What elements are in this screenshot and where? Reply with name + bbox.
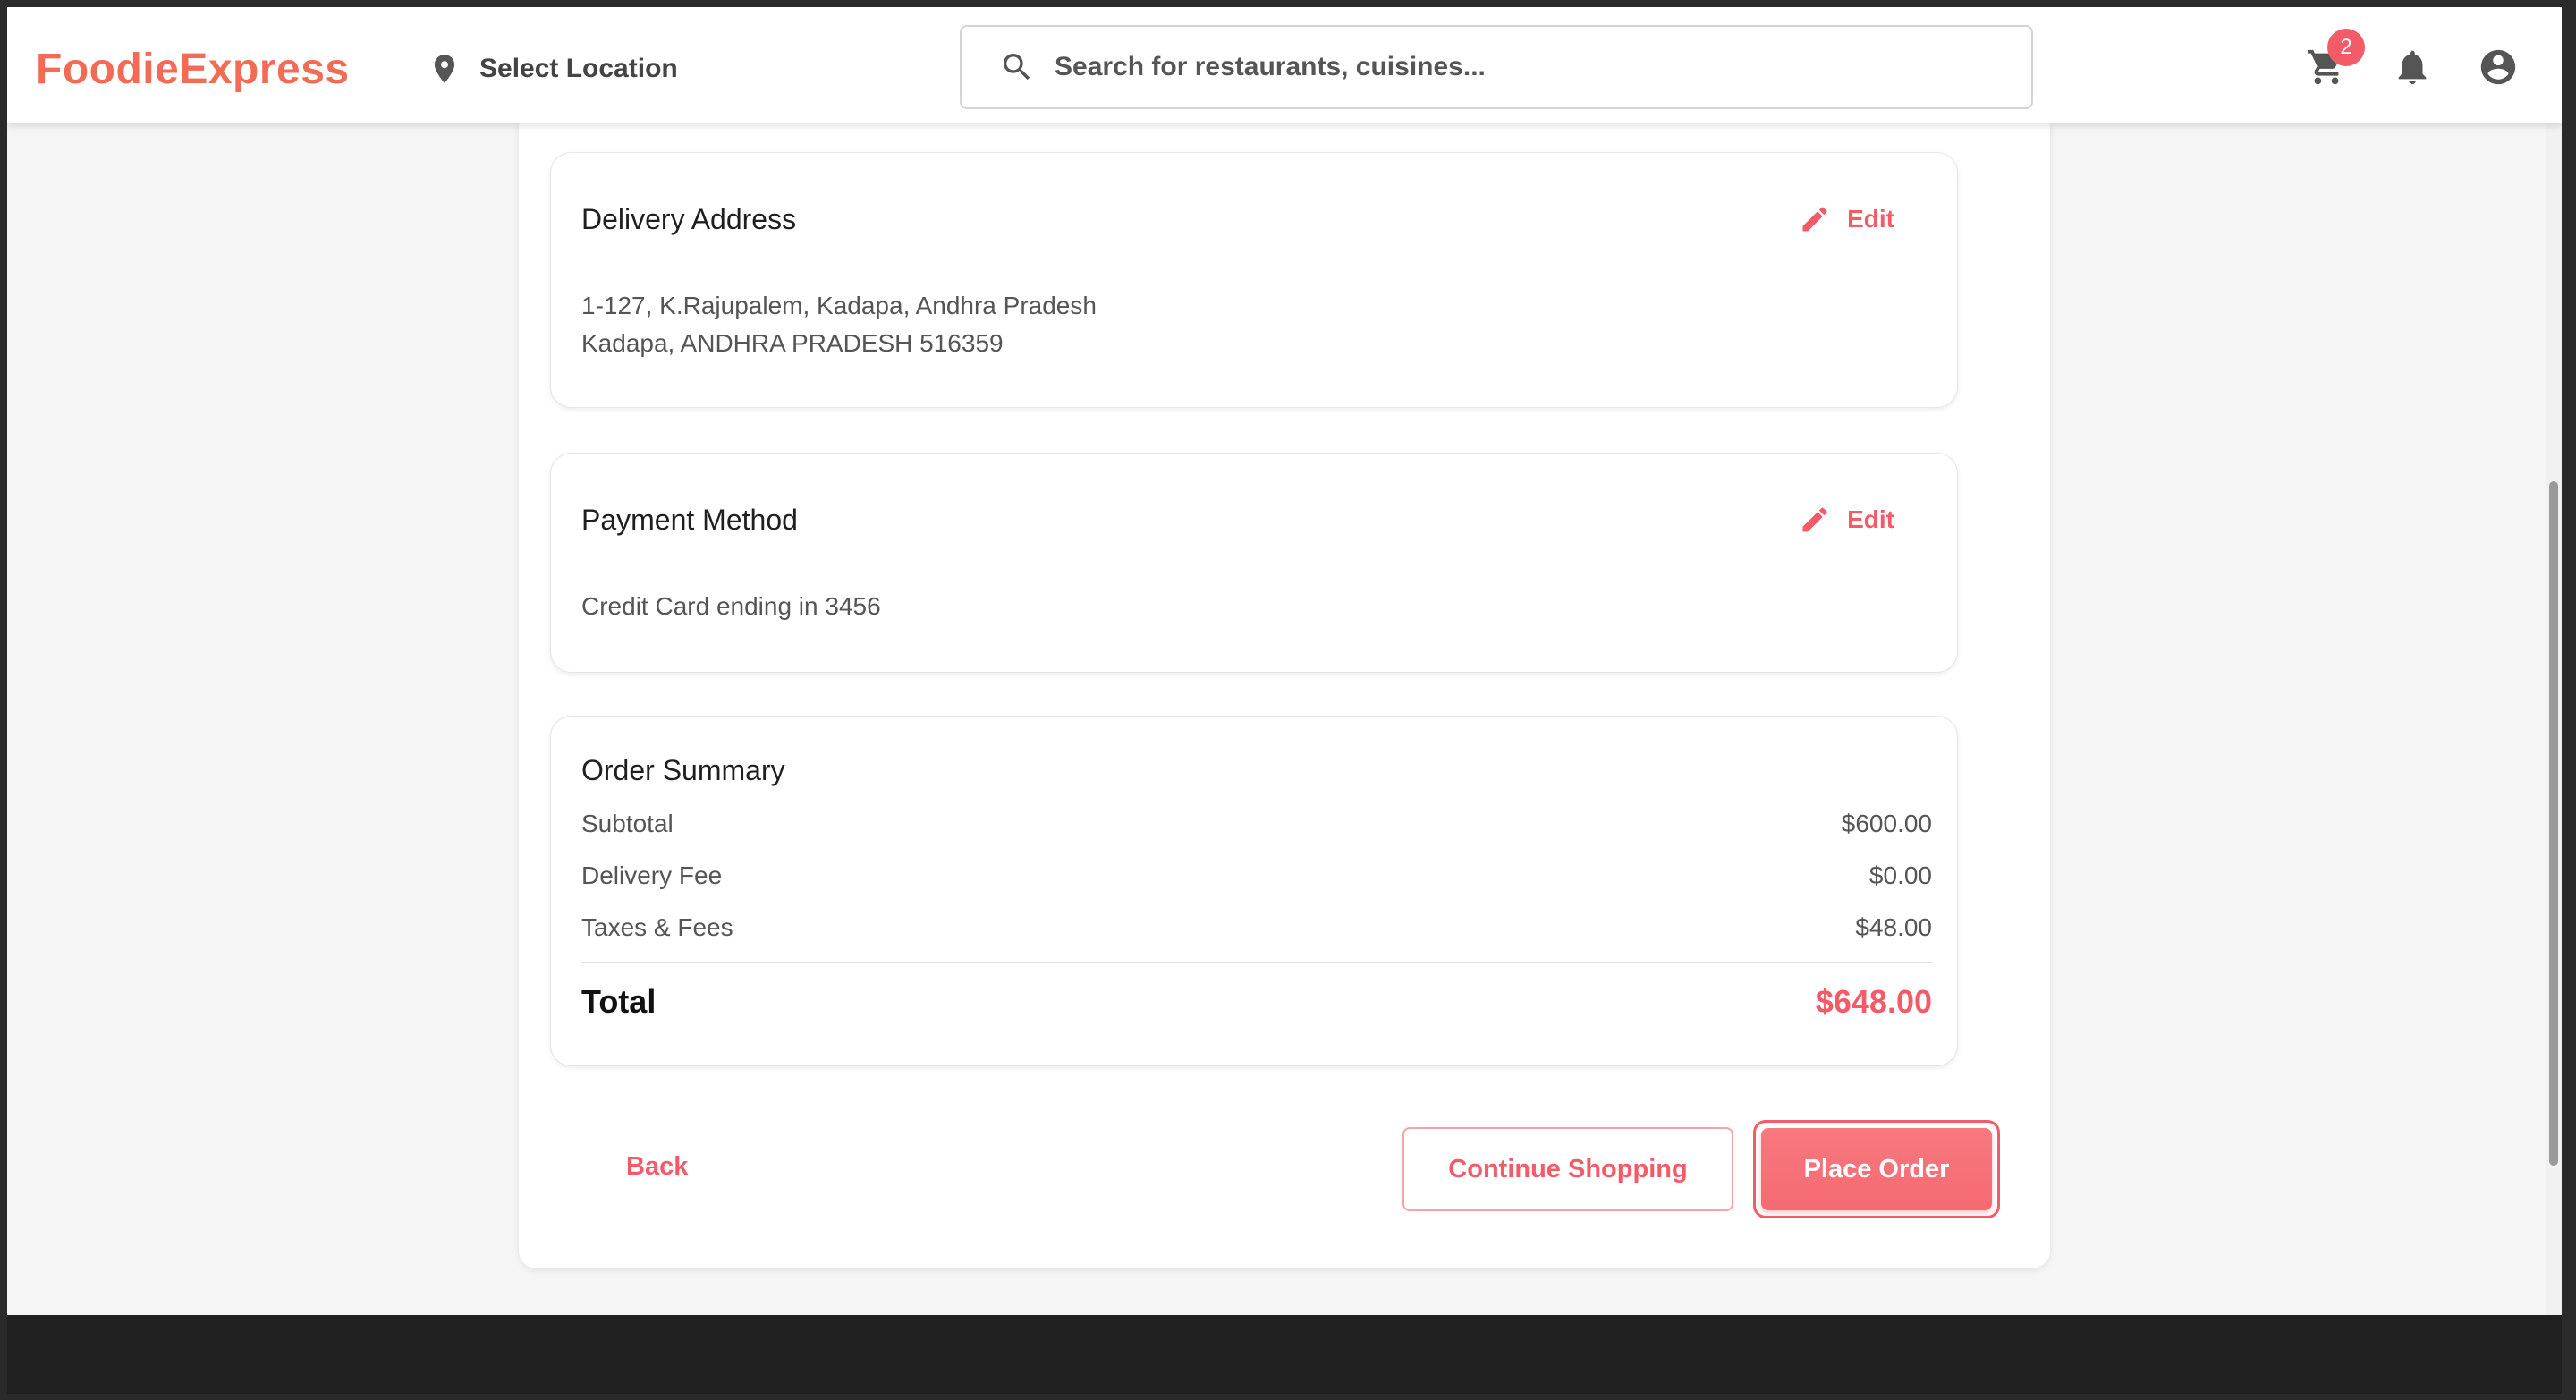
location-pin-icon <box>434 55 455 83</box>
summary-row-delivery-fee: Delivery Fee $0.00 <box>581 861 1932 890</box>
payment-method-title: Payment Method <box>581 504 798 536</box>
order-summary-card: Order Summary Subtotal $600.00 Delivery … <box>550 716 1958 1066</box>
total-value: $648.00 <box>1815 983 1932 1020</box>
scrollbar-thumb[interactable] <box>2549 481 2558 1166</box>
select-location-button[interactable]: Select Location <box>428 52 678 86</box>
scrollbar-track[interactable] <box>2546 123 2562 1315</box>
top-header: FoodieExpress Select Location 2 <box>7 7 2562 123</box>
summary-divider <box>581 962 1932 963</box>
payment-method-card: Payment Method Edit Credit Card ending i… <box>550 453 1958 673</box>
edit-label: Edit <box>1847 505 1894 533</box>
summary-label: Delivery Fee <box>581 861 723 889</box>
delivery-address-card: Delivery Address Edit 1-127, K.Rajupalem… <box>550 152 1958 408</box>
account-button[interactable] <box>2478 47 2519 88</box>
notifications-button[interactable] <box>2392 47 2433 88</box>
edit-payment-button[interactable]: Edit <box>1799 504 1894 536</box>
edit-label: Edit <box>1847 205 1894 233</box>
summary-value: $600.00 <box>1841 810 1932 837</box>
summary-value: $0.00 <box>1868 861 1932 889</box>
brand-logo[interactable]: FoodieExpress <box>36 45 350 94</box>
location-label: Select Location <box>479 54 678 83</box>
summary-label: Subtotal <box>581 810 674 837</box>
browser-viewport: FoodieExpress Select Location 2 Delivery… <box>7 7 2562 1315</box>
total-label: Total <box>581 983 657 1020</box>
search-icon <box>1004 54 1030 81</box>
edit-address-button[interactable]: Edit <box>1799 203 1894 235</box>
delivery-address-title: Delivery Address <box>581 203 797 235</box>
pencil-icon <box>1802 207 1827 232</box>
search-input[interactable] <box>1055 52 1994 82</box>
order-summary-title: Order Summary <box>581 754 785 786</box>
search-bar[interactable] <box>960 25 2033 109</box>
place-order-label: Place Order <box>1761 1128 1992 1210</box>
bell-icon <box>2398 50 2427 85</box>
address-line-1: 1-127, K.Rajupalem, Kadapa, Andhra Prade… <box>581 292 1097 319</box>
back-button[interactable]: Back <box>626 1152 688 1182</box>
pencil-icon <box>1802 507 1827 532</box>
cart-count-badge: 2 <box>2327 29 2365 66</box>
summary-row-subtotal: Subtotal $600.00 <box>581 810 1932 838</box>
summary-row-taxes: Taxes & Fees $48.00 <box>581 913 1932 942</box>
address-line-2: Kadapa, ANDHRA PRADESH 516359 <box>581 329 1004 357</box>
summary-label: Taxes & Fees <box>581 913 733 941</box>
checkout-container: Delivery Address Edit 1-127, K.Rajupalem… <box>519 97 2050 1268</box>
account-circle-icon <box>2480 49 2516 85</box>
summary-total-row: Total $648.00 <box>581 983 1932 1021</box>
bottom-bar <box>7 1315 2562 1394</box>
continue-shopping-button[interactable]: Continue Shopping <box>1402 1127 1733 1211</box>
summary-value: $48.00 <box>1855 913 1932 941</box>
place-order-button[interactable]: Place Order <box>1753 1120 2000 1218</box>
payment-method-text: Credit Card ending in 3456 <box>581 592 881 620</box>
